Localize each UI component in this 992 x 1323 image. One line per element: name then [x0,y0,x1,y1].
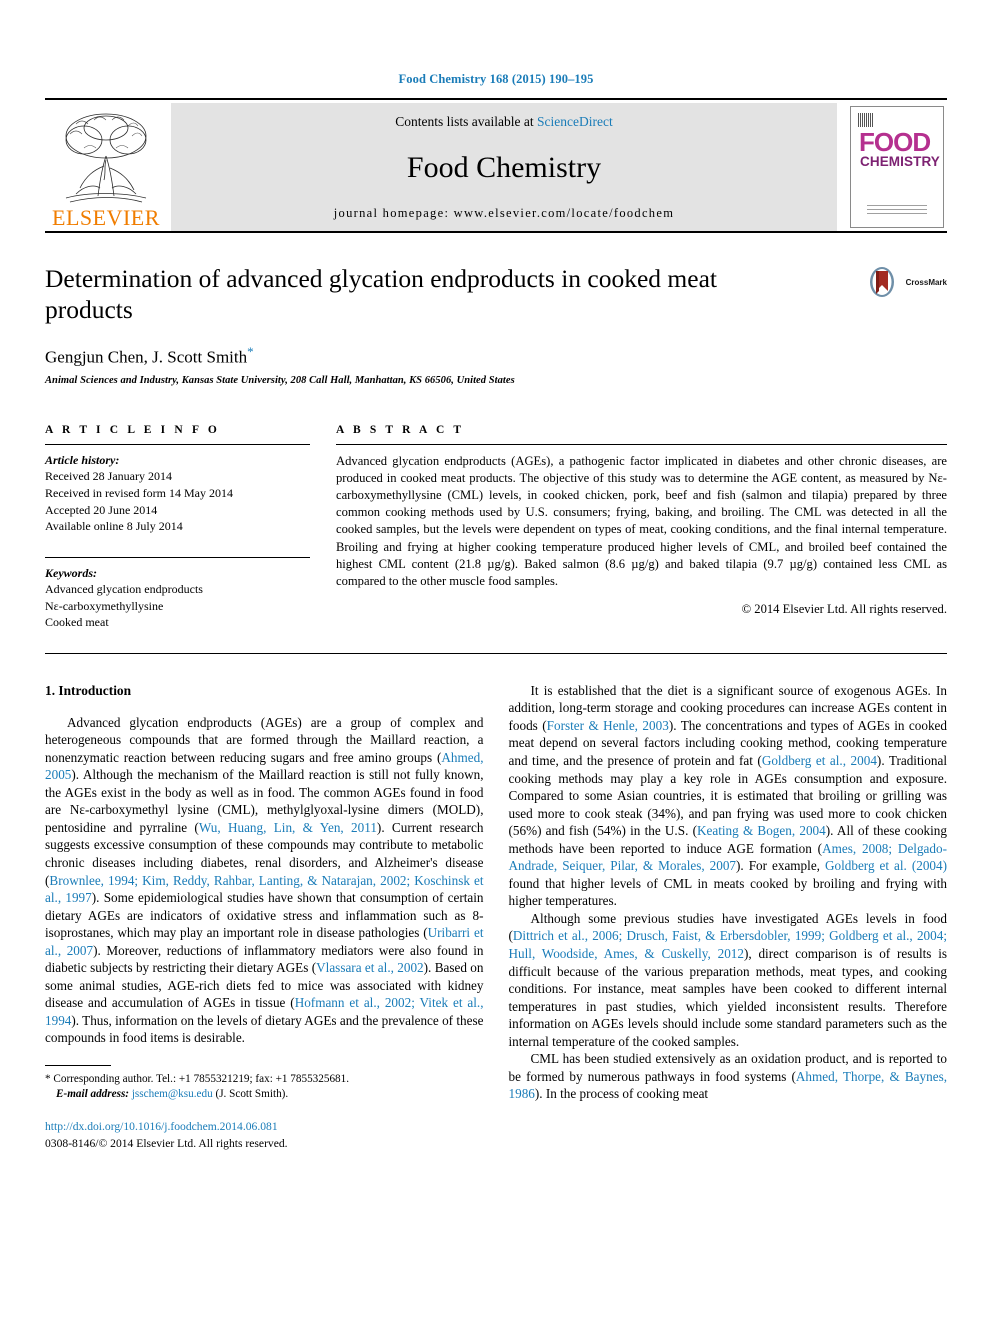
citation-link[interactable]: Goldberg et al., 2004 [762,753,877,768]
running-head: Food Chemistry 168 (2015) 190–195 [398,72,594,86]
citation-link[interactable]: Goldberg et al. (2004) [825,858,947,873]
article-history-label: Article history: [45,452,120,467]
issn-copyright-line: 0308-8146/© 2014 Elsevier Ltd. All right… [45,1136,288,1150]
history-item: Received 28 January 2014 [45,469,172,484]
email-note: E-mail address: jsschem@ksu.edu (J. Scot… [45,1087,484,1102]
masthead-top-rule [45,98,947,100]
body-text: ), direct comparison is of results is di… [508,946,948,1049]
citation-link[interactable]: Forster & Henle, 2003 [547,718,669,733]
sciencedirect-link[interactable]: ScienceDirect [537,114,613,129]
email-address-label: E-mail address: [56,1088,130,1101]
body-text: Advanced glycation endproducts (AGEs) ar… [45,714,484,765]
body-text: ). Some epidemiological studies have sho… [45,890,484,941]
journal-title: Food Chemistry [406,151,602,184]
paragraph: Advanced glycation endproducts (AGEs) ar… [45,714,484,1047]
footnote-block: * Corresponding author. Tel.: +1 7855321… [45,1072,484,1103]
paragraph: It is established that the diet is a sig… [509,682,948,910]
history-item: Received in revised form 14 May 2014 [45,485,233,500]
keyword-item: Nε-carboxymethyllysine [45,598,164,613]
footnote-marker: * [45,1073,51,1086]
crossmark-icon [869,267,894,297]
abstract-rule [336,443,947,445]
citation-link[interactable]: Keating & Bogen, 2004 [697,823,826,838]
cover-barcode-icon [858,113,874,127]
elsevier-wordmark: ELSEVIER [52,205,160,230]
abstract-copyright: © 2014 Elsevier Ltd. All rights reserved… [741,601,947,616]
contents-available-line: Contents lists available at ScienceDirec… [395,114,612,130]
journal-masthead: ELSEVIER Contents lists available at Sci… [45,98,947,233]
body-text: found that higher levels of CML in meats… [508,875,948,909]
affiliation: Animal Sciences and Industry, Kansas Sta… [45,374,515,386]
abstract-column: A B S T R A C T Advanced glycation endpr… [336,424,947,631]
article-history-group: Article history: Received 28 January 201… [45,452,310,535]
history-item: Accepted 20 June 2014 [45,502,158,517]
paper-page: Food Chemistry 168 (2015) 190–195 ELSEVI… [0,0,992,1323]
keyword-item: Advanced glycation endproducts [45,582,203,597]
crossmark-badge[interactable]: CrossMark [868,265,947,299]
masthead-center-panel: Contents lists available at ScienceDirec… [171,103,837,231]
cover-title-food: FOOD [859,127,931,157]
doi-block: http://dx.doi.org/10.1016/j.foodchem.201… [45,1119,484,1153]
corresponding-author-note: * Corresponding author. Tel.: +1 7855321… [45,1072,484,1087]
keyword-item: Cooked meat [45,615,109,630]
cover-title-chemistry: CHEMISTRY [860,154,940,169]
article-info-rule [45,443,310,445]
title-block: CrossMark Determination of advanced glyc… [45,263,947,386]
keywords-label: Keywords: [45,565,97,580]
body-left-column: 1. Introduction Advanced glycation endpr… [45,682,484,1153]
keywords-rule [45,556,310,558]
body-text: ). For example, [736,858,825,874]
article-info-column: A R T I C L E I N F O Article history: R… [45,424,310,631]
crossmark-label: CrossMark [905,277,947,287]
article-info-heading: A R T I C L E I N F O [45,423,220,436]
journal-cover-thumbnail: FOOD CHEMISTRY [847,103,947,231]
elsevier-logo: ELSEVIER [45,103,167,231]
info-abstract-row: A R T I C L E I N F O Article history: R… [45,424,947,631]
history-item: Available online 8 July 2014 [45,519,183,534]
paragraph: Although some previous studies have inve… [509,910,948,1050]
article-body: 1. Introduction Advanced glycation endpr… [45,682,947,1153]
keywords-group: Keywords: Advanced glycation endproducts… [45,565,310,631]
author-list: Gengjun Chen, J. Scott Smith* [45,344,947,368]
journal-homepage-link[interactable]: journal homepage: www.elsevier.com/locat… [334,206,674,221]
citation-link[interactable]: Wu, Huang, Lin, & Yen, 2011 [199,820,377,835]
author-names: Gengjun Chen, J. Scott Smith [45,347,248,367]
email-link[interactable]: jsschem@ksu.edu [132,1088,213,1100]
abstract-heading: A B S T R A C T [336,423,465,436]
footnote-separator [45,1065,111,1067]
abstract-bottom-rule [45,652,947,654]
elsevier-tree-icon [65,113,147,203]
citation-link[interactable]: Vlassara et al., 2002 [316,960,424,975]
section-heading-introduction: 1. Introduction [45,682,132,698]
masthead-bottom-rule [45,231,947,233]
doi-link[interactable]: http://dx.doi.org/10.1016/j.foodchem.201… [45,1119,484,1136]
email-owner: (J. Scott Smith). [215,1088,289,1101]
page-title: Determination of advanced glycation endp… [45,264,717,325]
corresponding-author-marker: * [247,344,254,360]
abstract-text: Advanced glycation endproducts (AGEs), a… [336,453,947,588]
corresponding-author-text: Corresponding author. Tel.: +1 785532121… [53,1073,350,1086]
contents-prefix: Contents lists available at [395,114,537,129]
body-right-column: It is established that the diet is a sig… [509,682,948,1153]
body-text: ). Thus, information on the levels of di… [45,1012,484,1046]
paragraph: CML has been studied extensively as an o… [509,1050,948,1103]
body-text: ). In the process of cooking meat [534,1086,709,1102]
cover-footer-lines [867,205,927,215]
